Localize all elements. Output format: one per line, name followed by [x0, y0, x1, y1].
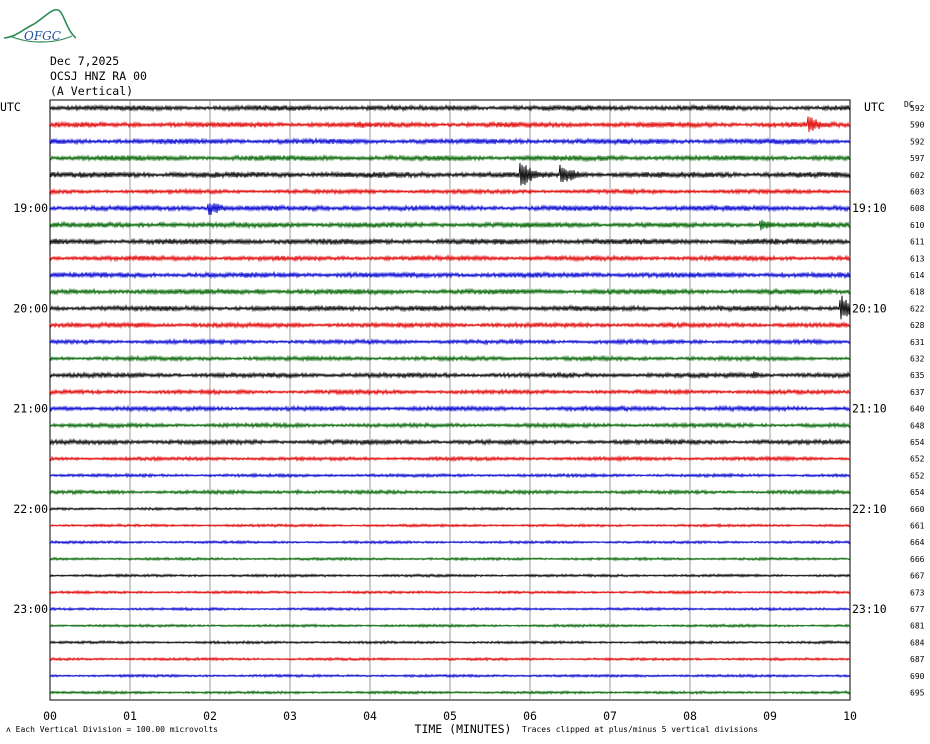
dc-offset-label: 597 [910, 154, 925, 163]
dc-offset-label: 666 [910, 555, 925, 564]
dc-offset-label: 667 [910, 572, 925, 581]
time-label-left: 22:00 [13, 502, 48, 516]
scale-note: ʌ Each Vertical Division = 100.00 microv… [6, 725, 218, 734]
dc-offset-label: 610 [910, 221, 925, 230]
dc-offset-label: 661 [910, 522, 925, 531]
dc-offset-label: 654 [910, 438, 925, 447]
x-tick-label: 02 [203, 709, 217, 723]
dc-offset-label: 635 [910, 371, 925, 380]
dc-offset-label: 660 [910, 505, 925, 514]
helicorder-plot: UTC UTC DC19:0020:0021:0022:0023:0019:1020… [0, 99, 925, 736]
x-tick-label: 04 [363, 709, 377, 723]
scale-text: Each Vertical Division = 100.00 microvol… [15, 725, 218, 734]
dc-offset-label: 618 [910, 288, 925, 297]
dc-offset-label: 632 [910, 355, 925, 364]
dc-offset-label: 592 [910, 104, 925, 113]
dc-offset-label: 677 [910, 605, 925, 614]
x-tick-label: 03 [283, 709, 297, 723]
dc-offset-label: 628 [910, 321, 925, 330]
dc-offset-label: 590 [910, 121, 925, 130]
dc-offset-label: 640 [910, 405, 925, 414]
dc-offset-label: 695 [910, 689, 925, 698]
utc-label-right: UTC [864, 100, 885, 114]
x-tick-label: 06 [523, 709, 537, 723]
dc-offset-label: 690 [910, 672, 925, 681]
dc-offset-label: 654 [910, 488, 925, 497]
x-axis-label: TIME (MINUTES) [415, 722, 512, 736]
utc-label-left: UTC [0, 100, 21, 114]
dc-offset-label: 614 [910, 271, 925, 280]
dc-offset-label: 664 [910, 538, 925, 547]
time-label-left: 21:00 [13, 402, 48, 416]
time-label-right: 20:10 [852, 301, 887, 315]
dc-offset-label: 622 [910, 304, 925, 313]
dc-offset-label: 608 [910, 204, 925, 213]
dc-offset-label: 613 [910, 254, 925, 263]
x-tick-label: 01 [123, 709, 137, 723]
x-tick-label: 08 [683, 709, 697, 723]
x-tick-label: 07 [603, 709, 617, 723]
time-label-left: 23:00 [13, 602, 48, 616]
dc-offset-label: 652 [910, 471, 925, 480]
dc-offset-label: 592 [910, 137, 925, 146]
dc-offset-label: 611 [910, 238, 925, 247]
dc-offset-label: 684 [910, 638, 925, 647]
scale-icon: ʌ [6, 725, 11, 734]
time-label-left: 19:00 [13, 201, 48, 215]
dc-offset-label: 637 [910, 388, 925, 397]
dc-offset-label: 687 [910, 655, 925, 664]
time-label-right: 23:10 [852, 602, 887, 616]
x-tick-label: 05 [443, 709, 457, 723]
dc-offset-label: 681 [910, 622, 925, 631]
x-tick-label: 10 [843, 709, 857, 723]
time-label-right: 19:10 [852, 201, 887, 215]
dc-offset-label: 602 [910, 171, 925, 180]
clip-note: Traces clipped at plus/minus 5 vertical … [522, 725, 759, 734]
x-tick-label: 09 [763, 709, 777, 723]
time-label-right: 21:10 [852, 402, 887, 416]
dc-offset-label: 603 [910, 188, 925, 197]
dc-offset-label: 648 [910, 421, 925, 430]
time-label-right: 22:10 [852, 502, 887, 516]
dc-offset-label: 631 [910, 338, 925, 347]
time-label-left: 20:00 [13, 301, 48, 315]
x-tick-label: 00 [43, 709, 57, 723]
dc-offset-label: 673 [910, 588, 925, 597]
dc-offset-label: 652 [910, 455, 925, 464]
